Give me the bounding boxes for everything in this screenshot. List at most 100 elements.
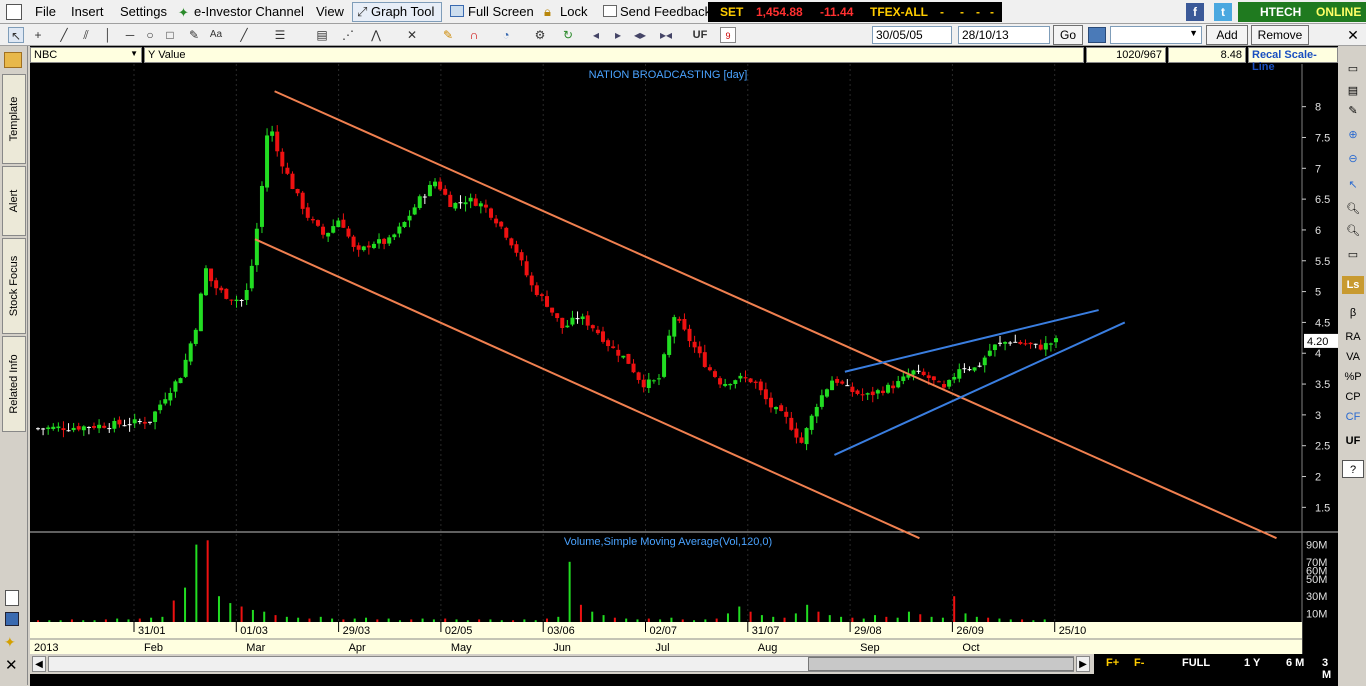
parallel-line-icon[interactable]: ⫽ <box>78 27 94 43</box>
menu-lock[interactable]: Lock <box>560 4 587 19</box>
font-icon[interactable]: Aa <box>208 27 224 43</box>
pointer-icon[interactable]: ↖ <box>8 27 24 43</box>
date-from-input[interactable] <box>872 26 952 44</box>
horizontal-line-icon[interactable]: ─ <box>122 27 138 43</box>
uf-label[interactable]: UF <box>690 27 710 43</box>
expand-icon[interactable]: ◂▸ <box>632 27 648 43</box>
go-button[interactable]: Go <box>1053 25 1083 45</box>
cycle-icon[interactable]: ◔ <box>498 27 514 43</box>
layout-icon[interactable] <box>1088 27 1106 43</box>
volume-bar <box>251 609 254 622</box>
rectangle-icon[interactable]: □ <box>162 27 178 43</box>
add-button[interactable]: Add <box>1206 25 1248 45</box>
menu-file[interactable]: File <box>35 4 56 19</box>
zoom-in-icon[interactable]: 🔍︎ <box>1342 200 1364 218</box>
price-chart[interactable]: NATION BROADCASTING [day] Volume,Simple … <box>30 64 1338 672</box>
menu-view[interactable]: View <box>316 4 344 19</box>
tab-template[interactable]: Template <box>2 74 26 164</box>
zoom-out-icon[interactable]: 🔍︎ <box>1342 222 1364 240</box>
close-icon[interactable]: ✕ <box>1344 27 1362 43</box>
edit-icon[interactable]: ✎ <box>1342 102 1364 120</box>
scroll-right-icon[interactable]: ▶ <box>1076 656 1090 672</box>
pan-icon[interactable]: ▭ <box>1342 246 1364 264</box>
pencil-icon[interactable]: ✎ <box>440 27 456 43</box>
date-to-input[interactable] <box>958 26 1050 44</box>
twitter-icon[interactable]: t <box>1214 3 1232 21</box>
candle-body <box>163 399 168 404</box>
menu-full-screen[interactable]: Full Screen <box>468 4 534 19</box>
graph-tool-button[interactable]: ⤢ Graph Tool <box>352 2 442 22</box>
arrow-right-icon[interactable]: ▸ <box>610 27 626 43</box>
scroll-left-icon[interactable]: ◀ <box>32 656 46 672</box>
volume-bar <box>444 618 447 622</box>
one-year-button[interactable]: 1 Y <box>1244 657 1260 669</box>
recal-scale-line[interactable]: Recal Scale-Line <box>1248 47 1338 73</box>
f-plus-button[interactable]: F+ <box>1106 657 1119 669</box>
volume-bar <box>817 611 820 622</box>
circle-icon[interactable]: ○ <box>142 27 158 43</box>
settings-wheel-icon[interactable]: ⚙ <box>532 27 548 43</box>
menu-investor-channel[interactable]: e-Investor Channel <box>194 4 304 19</box>
text-tool-icon[interactable]: ✎ <box>186 27 202 43</box>
candle-body <box>249 265 254 289</box>
arrow-left-icon[interactable]: ◂ <box>588 27 604 43</box>
scrollbar-thumb[interactable] <box>808 657 1074 671</box>
menu-send-feedback[interactable]: Send Feedback <box>620 4 711 19</box>
vertical-line-icon[interactable]: │ <box>100 27 116 43</box>
crosshair-icon[interactable]: + <box>30 27 46 43</box>
zoom-minus-icon[interactable]: ⊖ <box>1342 150 1364 168</box>
new-icon[interactable]: ✦ <box>4 634 16 651</box>
gann-icon[interactable]: ⋰ <box>340 27 356 43</box>
save-icon[interactable] <box>5 612 19 626</box>
tool-uf[interactable]: UF <box>1342 432 1364 450</box>
tool-cp[interactable]: CP <box>1342 388 1364 406</box>
export-icon[interactable]: ▤ <box>1342 82 1364 100</box>
six-month-button[interactable]: 6 M <box>1286 657 1304 669</box>
tab-stock-focus[interactable]: Stock Focus <box>2 238 26 334</box>
tool-ra[interactable]: RA <box>1342 328 1364 346</box>
beta-icon[interactable]: β <box>1342 304 1364 322</box>
fibonacci-icon[interactable]: ▤ <box>314 27 330 43</box>
trendline-icon[interactable]: ╱ <box>56 27 72 43</box>
symbol-select[interactable]: NBC ▼ <box>30 47 142 63</box>
pattern-icon[interactable]: ⋀ <box>368 27 384 43</box>
ticker-change: -11.44 <box>820 5 854 19</box>
tool-va[interactable]: VA <box>1342 348 1364 366</box>
candle-body <box>555 313 560 319</box>
tab-alert[interactable]: Alert <box>2 166 26 236</box>
three-month-button[interactable]: 3 M <box>1322 657 1338 681</box>
full-button[interactable]: FULL <box>1182 657 1210 669</box>
tool-cf[interactable]: CF <box>1342 408 1364 426</box>
cursor-icon[interactable]: ↖ <box>1342 176 1364 194</box>
magnet-icon[interactable]: ∩ <box>466 27 482 43</box>
help-icon[interactable]: ? <box>1342 460 1364 478</box>
tab-related-info[interactable]: Related Info <box>2 336 26 432</box>
chart-area[interactable]: NBC ▼ Y Value 1020/967 8.48 Recal Scale-… <box>30 46 1338 686</box>
delete-drawing-icon[interactable]: ✕ <box>404 27 420 43</box>
volume-bar <box>749 611 752 622</box>
volume-bar <box>806 604 809 622</box>
remove-button[interactable]: Remove <box>1251 25 1309 45</box>
y-tick-label: 2.5 <box>1315 441 1330 453</box>
document-icon[interactable] <box>5 590 19 606</box>
refresh-icon[interactable]: ↻ <box>560 27 576 43</box>
print-icon[interactable]: ▭ <box>1342 60 1364 78</box>
shrink-icon[interactable]: ▸◂ <box>658 27 674 43</box>
candle-body <box>41 428 46 430</box>
folder-icon[interactable] <box>4 52 22 68</box>
ls-icon[interactable]: Ls <box>1342 276 1364 294</box>
line-weight-icon[interactable]: ☰ <box>272 27 288 43</box>
online-status: ONLINE <box>1316 5 1362 19</box>
calendar-icon[interactable]: 9 <box>720 27 736 43</box>
menu-insert[interactable]: Insert <box>71 4 104 19</box>
close-chart-icon[interactable]: ✕ <box>5 656 18 674</box>
f-minus-button[interactable]: F- <box>1134 657 1144 669</box>
line-style-icon[interactable]: ╱ <box>236 27 252 43</box>
template-select[interactable]: ▼ <box>1110 26 1202 44</box>
candle-body <box>697 346 702 354</box>
zoom-plus-icon[interactable]: ⊕ <box>1342 126 1364 144</box>
tool-percent-p[interactable]: %P <box>1342 368 1364 386</box>
home-icon[interactable] <box>6 4 22 20</box>
menu-settings[interactable]: Settings <box>120 4 167 19</box>
facebook-icon[interactable]: f <box>1186 3 1204 21</box>
